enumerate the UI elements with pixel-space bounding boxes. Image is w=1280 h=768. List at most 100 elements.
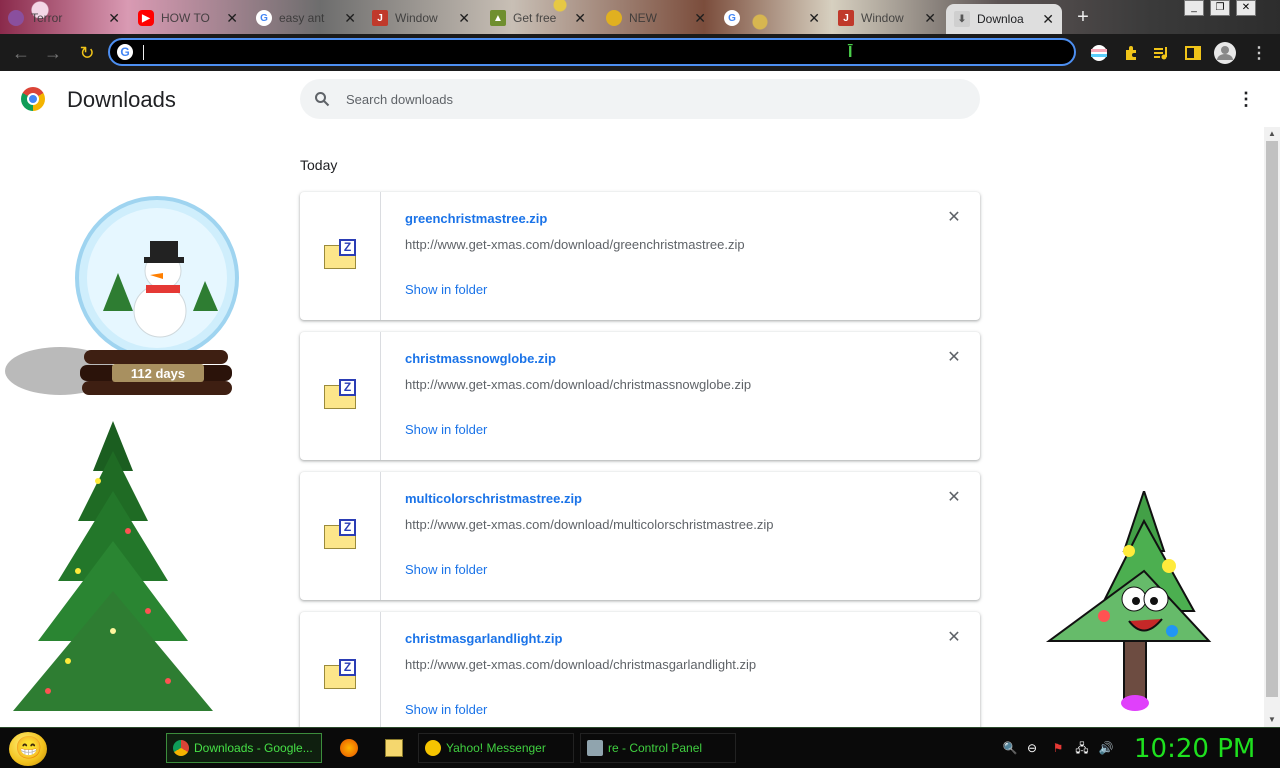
scroll-up-icon[interactable]: ▲ <box>1268 129 1276 138</box>
file-name-link[interactable]: christmassnowglobe.zip <box>405 351 556 366</box>
close-tab-icon[interactable]: ✕ <box>808 10 820 27</box>
tab-label: Window <box>861 11 904 25</box>
file-url[interactable]: http://www.get-xmas.com/download/multico… <box>405 517 773 532</box>
tab-how-to[interactable]: ▶ HOW TO ✕ <box>130 4 246 32</box>
page-title: Downloads <box>67 87 176 112</box>
close-tab-icon[interactable]: ✕ <box>924 10 936 27</box>
tab-label: Downloa <box>977 12 1024 26</box>
close-tab-icon[interactable]: ✕ <box>226 10 238 27</box>
more-actions-icon[interactable]: ⋮ <box>1236 89 1256 109</box>
new-tab-button[interactable]: + <box>1072 6 1094 28</box>
page-scrollbar[interactable]: ▲ ▼ <box>1264 127 1280 727</box>
explorer-folder-icon[interactable] <box>385 739 403 757</box>
tab-get-free[interactable]: ▲ Get free ✕ <box>482 4 594 32</box>
remove-icon[interactable]: ✕ <box>944 348 964 368</box>
file-name-link[interactable]: multicolorschristmastree.zip <box>405 491 582 506</box>
address-bar[interactable]: G Ī <box>108 38 1076 66</box>
jw-icon: J <box>838 10 854 26</box>
restore-button[interactable]: ❐ <box>1210 0 1230 16</box>
file-url[interactable]: http://www.get-xmas.com/download/christm… <box>405 377 751 392</box>
tab-google[interactable]: G ✕ <box>716 4 828 32</box>
remove-icon[interactable]: ✕ <box>944 628 964 648</box>
taskbar-item-label: re - Control Panel <box>608 741 703 755</box>
download-item: Z greenchristmastree.zip http://www.get-… <box>300 192 980 320</box>
scrollbar-thumb[interactable] <box>1266 141 1278 697</box>
side-panel-icon[interactable] <box>1182 42 1204 64</box>
zip-file-icon: Z <box>324 519 357 549</box>
taskbar-item-chrome[interactable]: Downloads - Google... <box>166 733 322 763</box>
show-in-folder-link[interactable]: Show in folder <box>405 282 487 297</box>
search-box[interactable] <box>300 79 980 119</box>
tab-easy-ant[interactable]: G easy ant ✕ <box>248 4 364 32</box>
show-in-folder-link[interactable]: Show in folder <box>405 562 487 577</box>
google-icon: G <box>117 44 133 60</box>
search-input[interactable] <box>346 79 946 119</box>
flag-extension-icon[interactable] <box>1088 42 1110 64</box>
download-item: Z christmassnowglobe.zip http://www.get-… <box>300 332 980 460</box>
taskbar-item-label: Yahoo! Messenger <box>446 741 546 755</box>
start-button[interactable] <box>9 732 47 766</box>
close-tab-icon[interactable]: ✕ <box>458 10 470 27</box>
minimize-button[interactable]: _ <box>1184 0 1204 16</box>
status-tray-icon[interactable]: ⊖ <box>1024 740 1040 756</box>
file-icon-column: Z <box>300 192 381 320</box>
tab-window[interactable]: J Window ✕ <box>364 4 478 32</box>
taskbar-item-control-panel[interactable]: re - Control Panel <box>580 733 736 763</box>
download-icon: ⬇ <box>954 11 970 27</box>
tab-downloads[interactable]: ⬇ Downloa ✕ <box>946 4 1062 34</box>
search-tray-icon[interactable]: 🔍 <box>1002 740 1018 756</box>
tab-label: Terror <box>31 11 63 25</box>
show-in-folder-link[interactable]: Show in folder <box>405 422 487 437</box>
download-item: Z christmasgarlandlight.zip http://www.g… <box>300 612 980 727</box>
back-arrow-icon[interactable]: ← <box>10 42 32 64</box>
close-tab-icon[interactable]: ✕ <box>108 10 120 27</box>
tab-label: HOW TO <box>161 11 210 25</box>
firefox-icon[interactable] <box>340 739 358 757</box>
close-window-button[interactable]: ✕ <box>1236 0 1256 16</box>
file-name-link[interactable]: christmasgarlandlight.zip <box>405 631 562 646</box>
close-tab-icon[interactable]: ✕ <box>694 10 706 27</box>
date-header: Today <box>300 157 338 173</box>
file-icon-column: Z <box>300 472 381 600</box>
forward-arrow-icon[interactable]: → <box>42 42 64 64</box>
taskbar-clock[interactable]: 10:20 PM <box>1134 734 1255 764</box>
google-icon: G <box>724 10 740 26</box>
file-url[interactable]: http://www.get-xmas.com/download/christm… <box>405 657 756 672</box>
yellow-globe-icon <box>606 10 622 26</box>
media-queue-icon[interactable] <box>1150 42 1172 64</box>
remove-icon[interactable]: ✕ <box>944 488 964 508</box>
christmas-tree-gadget <box>13 421 213 711</box>
network-tray-icon[interactable]: 🖧 <box>1074 740 1090 756</box>
close-tab-icon[interactable]: ✕ <box>1042 11 1054 28</box>
extensions-puzzle-icon[interactable] <box>1120 42 1142 64</box>
zip-file-icon: Z <box>324 659 357 689</box>
cartoon-tree-gadget <box>1045 491 1212 711</box>
text-cursor-icon: Ī <box>848 44 853 61</box>
volume-tray-icon[interactable]: 🔊 <box>1098 740 1114 756</box>
tab-label: Window <box>395 11 438 25</box>
tab-terror[interactable]: Terror ✕ <box>0 4 128 32</box>
show-in-folder-link[interactable]: Show in folder <box>405 702 487 717</box>
taskbar-item-yahoo-messenger[interactable]: Yahoo! Messenger <box>418 733 574 763</box>
tab-window-2[interactable]: J Window ✕ <box>830 4 944 32</box>
tab-new[interactable]: NEW ✕ <box>598 4 714 32</box>
file-name-link[interactable]: greenchristmastree.zip <box>405 211 547 226</box>
remove-icon[interactable]: ✕ <box>944 208 964 228</box>
file-url[interactable]: http://www.get-xmas.com/download/greench… <box>405 237 745 252</box>
youtube-icon: ▶ <box>138 10 154 26</box>
download-item: Z multicolorschristmastree.zip http://ww… <box>300 472 980 600</box>
tab-label: NEW <box>629 11 657 25</box>
browser-menu-icon[interactable]: ⋮ <box>1248 42 1270 64</box>
reload-icon[interactable]: ↻ <box>76 42 98 64</box>
scroll-down-icon[interactable]: ▼ <box>1268 715 1276 724</box>
yahoo-messenger-icon <box>425 740 441 756</box>
close-tab-icon[interactable]: ✕ <box>574 10 586 27</box>
profile-avatar-icon[interactable] <box>1214 42 1236 64</box>
close-tab-icon[interactable]: ✕ <box>344 10 356 27</box>
flag-tray-icon[interactable]: ⚑ <box>1050 740 1066 756</box>
zip-file-icon: Z <box>324 239 357 269</box>
browser-toolbar: ← → ↻ G Ī ⋮ <box>0 34 1280 71</box>
search-icon <box>315 92 330 107</box>
file-icon-column: Z <box>300 612 381 727</box>
text-caret <box>143 45 144 60</box>
